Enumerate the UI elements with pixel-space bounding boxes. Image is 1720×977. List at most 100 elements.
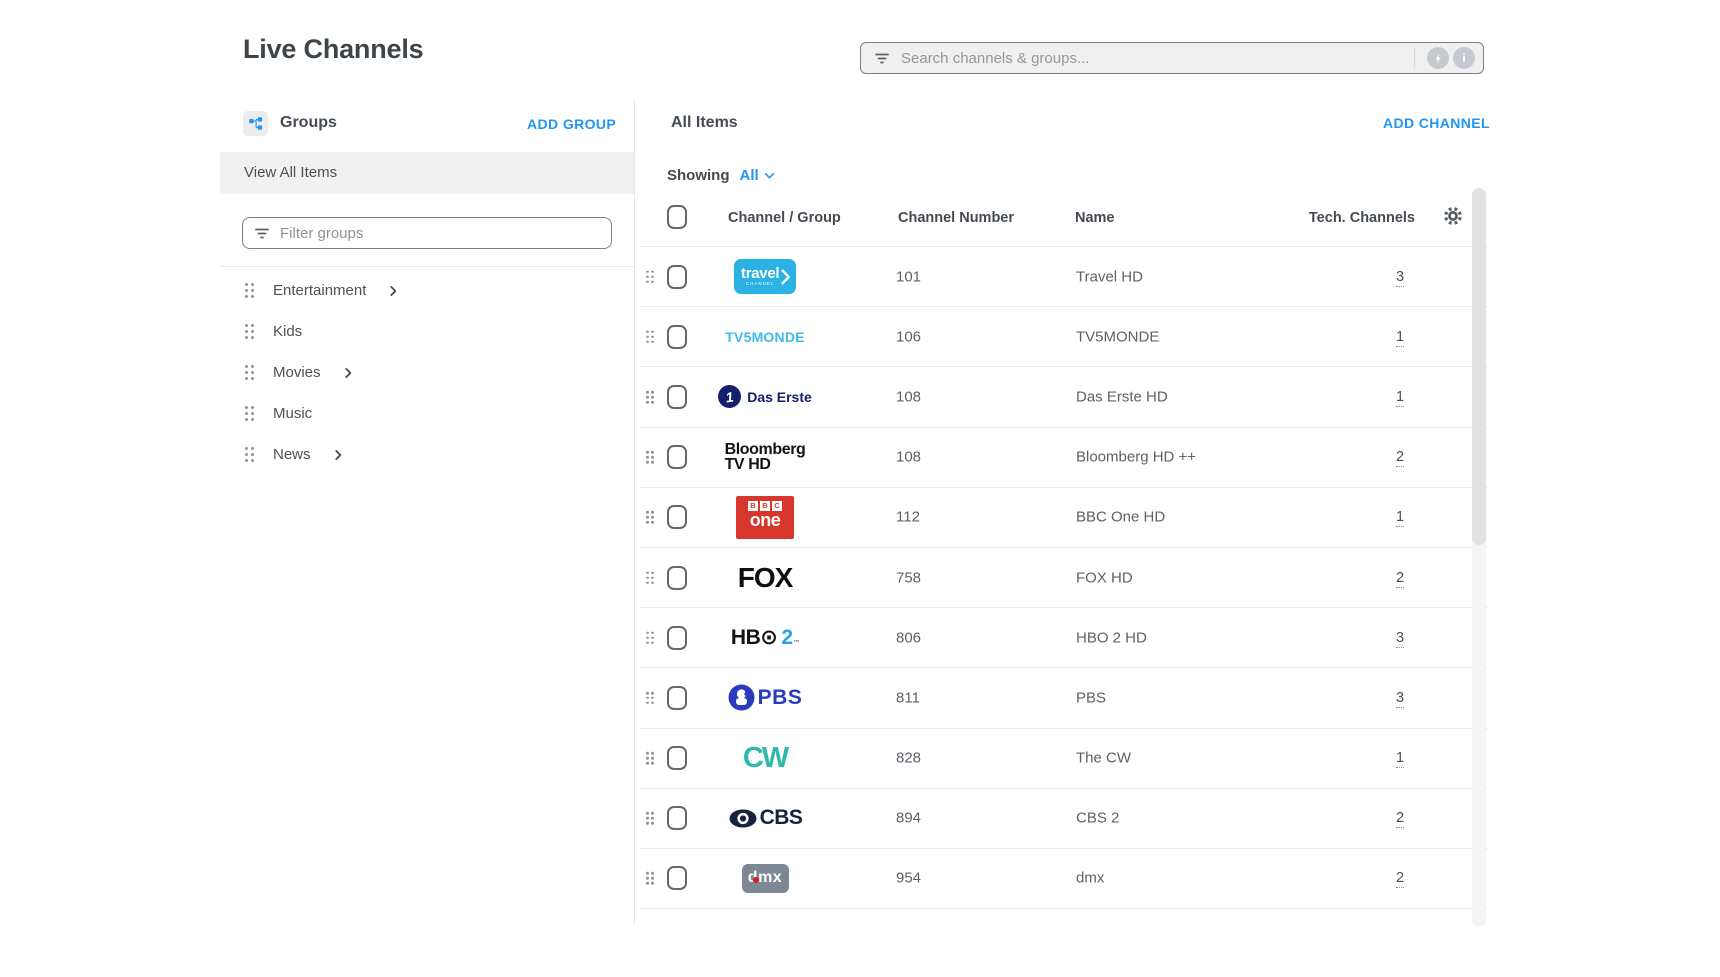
chevron-down-icon [763,169,776,182]
drag-handle-icon[interactable] [646,451,654,464]
row-checkbox[interactable] [667,566,687,590]
channel-number: 811 [896,689,920,706]
row-checkbox[interactable] [667,385,687,409]
filter-icon [253,224,271,242]
drag-handle-icon[interactable] [245,283,254,298]
filter-groups-field [242,217,612,249]
chevron-right-icon[interactable] [341,366,355,380]
row-checkbox[interactable] [667,686,687,710]
column-header-channel-number: Channel Number [898,210,1014,226]
row-checkbox[interactable] [667,325,687,349]
channel-row: BBCone 112 BBC One HD 1 [640,488,1489,548]
drag-handle-icon[interactable] [245,324,254,339]
group-label: News [273,446,311,463]
info-icon[interactable]: i [1453,47,1475,69]
drag-handle-icon[interactable] [245,406,254,421]
fox-logo: FOX [738,562,793,594]
drag-handle-icon[interactable] [646,692,654,705]
channel-row: CBS 894 CBS 2 2 [640,789,1489,849]
group-label: Movies [273,364,321,381]
drag-handle-icon[interactable] [646,391,654,404]
channel-row: dmx 954 dmx 2 [640,849,1489,909]
sidebar-group-item[interactable]: Kids [220,311,634,352]
channel-logo: travelCHANNEL [715,247,815,306]
group-list: Entertainment Kids Movies Music News [220,266,634,475]
tech-channels-link[interactable]: 1 [1396,750,1404,768]
tech-channels-link[interactable]: 3 [1396,630,1404,648]
row-checkbox[interactable] [667,445,687,469]
tech-channels-link[interactable]: 2 [1396,570,1404,588]
showing-filter: Showing All [667,165,776,185]
channel-table: travelCHANNEL 101 Travel HD 3 TV5MONDE 1… [640,247,1489,909]
tech-channels-link[interactable]: 3 [1396,690,1404,708]
row-checkbox[interactable] [667,806,687,830]
add-group-button[interactable]: ADD GROUP [527,116,616,132]
select-all-checkbox[interactable] [667,205,687,229]
search-input[interactable] [901,50,1406,67]
drag-handle-icon[interactable] [646,571,654,584]
channel-name: Bloomberg HD ++ [1076,449,1196,466]
channel-logo: FOX [715,548,815,607]
channel-row: BloombergTV HD 108 Bloomberg HD ++ 2 [640,428,1489,488]
drag-handle-icon[interactable] [646,812,654,825]
sidebar-group-item[interactable]: Entertainment [220,270,634,311]
drag-handle-icon[interactable] [646,331,654,344]
tech-channels-link[interactable]: 1 [1396,389,1404,407]
all-items-title: All Items [671,114,738,132]
add-channel-button[interactable]: ADD CHANNEL [1383,115,1490,131]
column-header-tech-channels: Tech. Channels [1215,210,1415,226]
tech-channels-link[interactable]: 3 [1396,269,1404,287]
channel-number: 108 [896,449,921,466]
drag-handle-icon[interactable] [646,511,654,524]
bbc-one-logo: BBCone [736,496,794,539]
channel-name: BBC One HD [1076,509,1165,526]
channel-name: The CW [1076,750,1131,767]
channel-number: 828 [896,750,921,767]
channel-logo: BBCone [715,488,815,547]
view-all-items[interactable]: View All Items [220,152,634,194]
group-label: Music [273,405,312,422]
channel-name: PBS [1076,689,1106,706]
channel-row: PBS 811 PBS 3 [640,668,1489,728]
tech-channels-link[interactable]: 2 [1396,810,1404,828]
chevron-right-icon[interactable] [331,448,345,462]
the-cw-logo: CWTHE [743,742,787,775]
channel-logo: PBS [715,668,815,727]
channel-row: CWTHE 828 The CW 1 [640,729,1489,789]
showing-label: Showing [667,167,730,184]
row-checkbox[interactable] [667,866,687,890]
drag-handle-icon[interactable] [646,752,654,765]
sidebar-group-item[interactable]: Music [220,393,634,434]
row-checkbox[interactable] [667,505,687,529]
drag-handle-icon[interactable] [646,631,654,644]
column-header-channel-group: Channel / Group [728,210,841,226]
lightning-icon[interactable] [1427,47,1449,69]
showing-dropdown[interactable]: All [740,167,776,184]
live-channels-page: Live Channels i Groups ADD GROUP View Al… [0,0,1720,977]
drag-handle-icon[interactable] [245,447,254,462]
channel-row: travelCHANNEL 101 Travel HD 3 [640,247,1489,307]
drag-handle-icon[interactable] [646,270,654,283]
channel-number: 758 [896,569,921,586]
travel-channel-logo: travelCHANNEL [734,259,796,294]
sidebar-group-item[interactable]: News [220,434,634,475]
tech-channels-link[interactable]: 2 [1396,449,1404,467]
channel-name: Travel HD [1076,268,1143,285]
row-checkbox[interactable] [667,746,687,770]
groups-tree-icon [243,111,268,136]
sidebar-group-item[interactable]: Movies [220,352,634,393]
chevron-right-icon[interactable] [386,284,400,298]
gear-icon[interactable] [1442,205,1466,229]
tech-channels-link[interactable]: 1 [1396,329,1404,347]
channel-logo: HB⊙2™ [715,608,815,667]
channel-number: 112 [896,509,920,526]
filter-groups-input[interactable] [280,225,601,242]
channel-logo: 1Das Erste [715,367,815,426]
tech-channels-link[interactable]: 1 [1396,509,1404,527]
scrollbar-thumb[interactable] [1472,188,1486,545]
tech-channels-link[interactable]: 2 [1396,870,1404,888]
row-checkbox[interactable] [667,626,687,650]
drag-handle-icon[interactable] [245,365,254,380]
drag-handle-icon[interactable] [646,872,654,885]
row-checkbox[interactable] [667,265,687,289]
